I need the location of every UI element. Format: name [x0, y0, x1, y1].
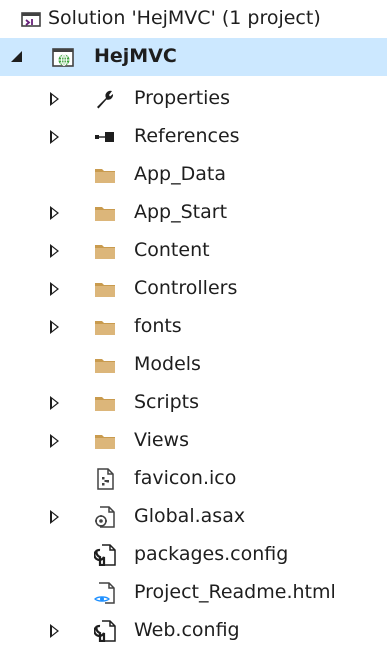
expanded-arrow-icon[interactable]: [11, 51, 22, 62]
collapsed-arrow-icon[interactable]: [50, 624, 59, 638]
html-file-icon: [94, 582, 116, 604]
folder-icon: [94, 430, 116, 452]
tree-item-label: favicon.ico: [134, 467, 237, 489]
tree-item-label: Solution 'HejMVC' (1 project): [48, 7, 321, 29]
config-file-icon: [94, 620, 116, 642]
tree-item-fonts[interactable]: fonts: [0, 308, 387, 346]
wrench-icon: [94, 88, 116, 110]
tree-item-label: HejMVC: [94, 45, 177, 67]
tree-item-label: App_Start: [134, 201, 228, 223]
image-file-icon: [94, 468, 116, 490]
collapsed-arrow-icon[interactable]: [50, 320, 59, 334]
tree-item-app-start[interactable]: App_Start: [0, 194, 387, 232]
solution-icon: [20, 8, 42, 30]
tree-item-label: Web.config: [134, 619, 240, 641]
tree-item-project[interactable]: HejMVC: [0, 38, 387, 76]
folder-icon: [94, 392, 116, 414]
tree-item-label: Controllers: [134, 277, 238, 299]
tree-item-label: Content: [134, 239, 210, 261]
tree-item-app-data[interactable]: App_Data: [0, 156, 387, 194]
folder-icon: [94, 316, 116, 338]
references-icon: [94, 126, 116, 148]
collapsed-arrow-icon[interactable]: [50, 92, 59, 106]
tree-item-controllers[interactable]: Controllers: [0, 270, 387, 308]
tree-item-views[interactable]: Views: [0, 422, 387, 460]
tree-item-label: fonts: [134, 315, 182, 337]
tree-item-label: Views: [134, 429, 189, 451]
collapsed-arrow-icon[interactable]: [50, 206, 59, 220]
tree-item-models[interactable]: Models: [0, 346, 387, 384]
collapsed-arrow-icon[interactable]: [50, 282, 59, 296]
tree-item-label: Project_Readme.html: [134, 581, 336, 603]
solution-explorer-tree: Solution 'HejMVC' (1 project) HejMVC Pro…: [0, 0, 387, 645]
collapsed-arrow-icon[interactable]: [50, 434, 59, 448]
collapsed-arrow-icon[interactable]: [50, 510, 59, 524]
tree-item-label: App_Data: [134, 163, 226, 185]
tree-item-global-asax[interactable]: Global.asax: [0, 498, 387, 536]
tree-item-content[interactable]: Content: [0, 232, 387, 270]
tree-item-web-config[interactable]: Web.config: [0, 612, 387, 650]
tree-item-packages-config[interactable]: packages.config: [0, 536, 387, 574]
tree-item-label: Models: [134, 353, 201, 375]
collapsed-arrow-icon[interactable]: [50, 396, 59, 410]
web-project-icon: [52, 46, 74, 68]
tree-item-project-readme[interactable]: Project_Readme.html: [0, 574, 387, 612]
config-file-icon: [94, 544, 116, 566]
tree-item-scripts[interactable]: Scripts: [0, 384, 387, 422]
tree-item-label: Scripts: [134, 391, 200, 413]
folder-icon: [94, 202, 116, 224]
folder-icon: [94, 164, 116, 186]
folder-icon: [94, 354, 116, 376]
tree-item-label: packages.config: [134, 543, 289, 565]
folder-icon: [94, 240, 116, 262]
global-asax-icon: [94, 506, 116, 528]
tree-item-solution[interactable]: Solution 'HejMVC' (1 project): [0, 0, 387, 38]
tree-item-references[interactable]: References: [0, 118, 387, 156]
tree-item-properties[interactable]: Properties: [0, 80, 387, 118]
collapsed-arrow-icon[interactable]: [50, 244, 59, 258]
tree-item-label: Global.asax: [134, 505, 246, 527]
tree-item-favicon[interactable]: favicon.ico: [0, 460, 387, 498]
tree-item-label: Properties: [134, 87, 231, 109]
collapsed-arrow-icon[interactable]: [50, 130, 59, 144]
tree-item-label: References: [134, 125, 240, 147]
folder-icon: [94, 278, 116, 300]
